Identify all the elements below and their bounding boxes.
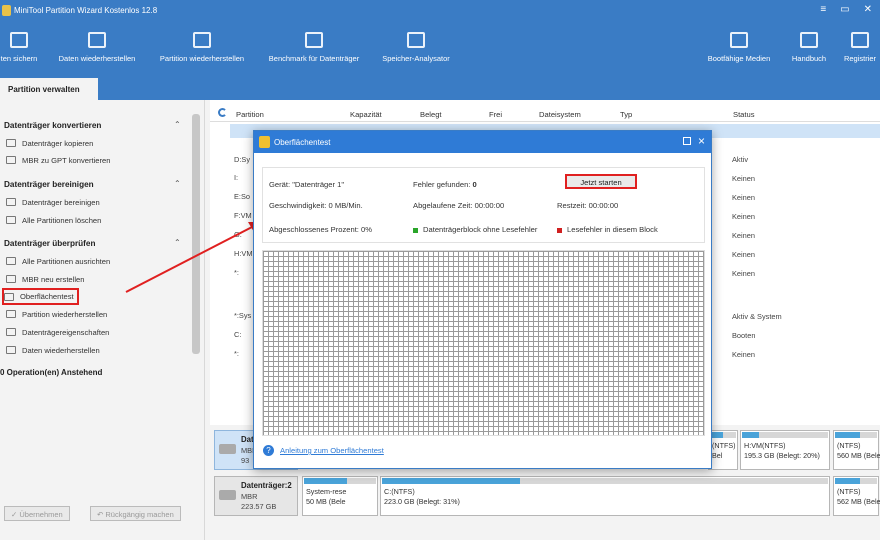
close-icon[interactable]: ×	[698, 134, 705, 148]
test-info-panel: Gerät: "Datenträger 1" Fehler gefunden: …	[262, 167, 705, 243]
remaining-time: Restzeit: 00:00:00	[557, 201, 619, 210]
block-grid	[262, 250, 705, 436]
start-now-button[interactable]: Jetzt starten	[565, 174, 637, 189]
percent-complete: Abgeschlossenes Prozent: 0%	[269, 225, 373, 234]
surface-test-dialog: Oberflächentest × Gerät: "Datenträger 1"…	[253, 130, 712, 469]
green-square-icon	[413, 227, 418, 233]
help-icon: ?	[263, 445, 274, 456]
legend-error: Lesefehler in diesem Block	[557, 225, 658, 234]
app-logo-icon	[259, 136, 270, 148]
speed-label: Geschwindigkeit: 0 MB/Min.	[269, 201, 363, 210]
device-label: Gerät: "Datenträger 1"	[269, 180, 345, 189]
dialog-title-bar: Oberflächentest ×	[254, 131, 711, 153]
surface-test-help-link[interactable]: ? Anleitung zum Oberflächentest	[263, 445, 384, 456]
red-square-icon	[557, 227, 562, 233]
dialog-title: Oberflächentest	[274, 138, 331, 147]
elapsed-time: Abgelaufene Zeit: 00:00:00	[413, 201, 505, 210]
errors-found: Fehler gefunden: 0	[413, 180, 477, 189]
legend-ok: Datenträgerblock ohne Lesefehler	[413, 225, 537, 234]
maximize-icon[interactable]	[683, 137, 691, 145]
